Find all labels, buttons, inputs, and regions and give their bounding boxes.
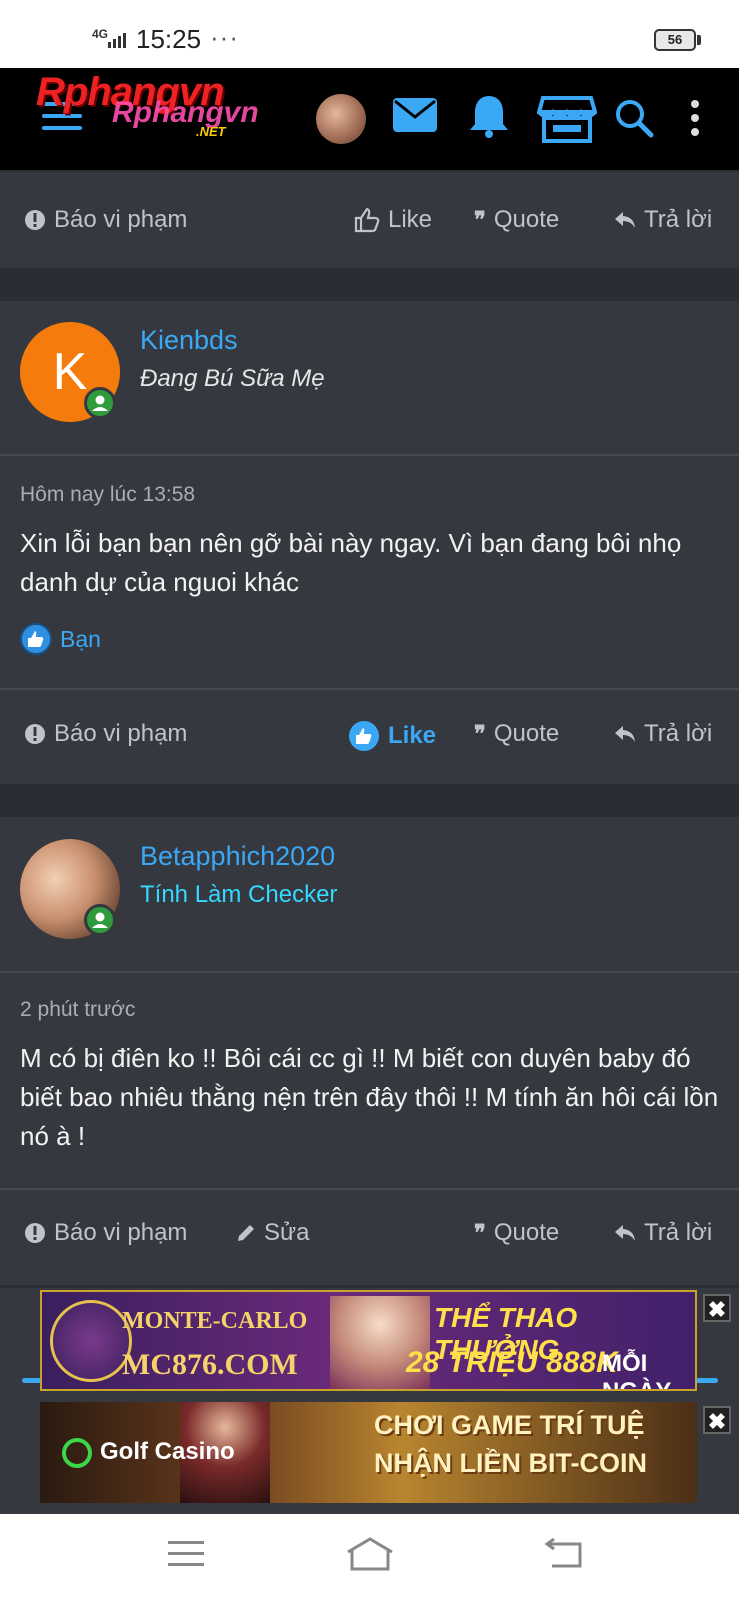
back-icon[interactable] bbox=[544, 1537, 584, 1575]
report-label: Báo vi phạm bbox=[54, 720, 188, 747]
post-time[interactable]: 2 phút trước bbox=[20, 998, 135, 1022]
like-button[interactable]: Like bbox=[354, 206, 432, 234]
ad-banner-golfcasino[interactable]: Golf Casino CHƠI GAME TRÍ TUỆ NHẬN LIỀN … bbox=[40, 1402, 697, 1503]
site-logo-shadow: Rphangvn bbox=[112, 96, 259, 129]
reply-label: Trả lời bbox=[644, 1219, 713, 1246]
alert-icon bbox=[25, 1223, 45, 1243]
status-bar: 4G 15:25 ··· 56 bbox=[0, 0, 739, 68]
site-header: Rphangvn Rphangvn .NET bbox=[0, 68, 739, 170]
quote-icon: ❞ bbox=[474, 1220, 486, 1245]
site-logo-net: .NET bbox=[196, 124, 226, 139]
ad-line-1: CHƠI GAME TRÍ TUỆ bbox=[374, 1410, 645, 1440]
reply-icon bbox=[615, 726, 635, 742]
edit-label: Sửa bbox=[264, 1219, 310, 1246]
report-button[interactable]: Báo vi phạm bbox=[24, 1219, 187, 1247]
store-icon[interactable] bbox=[537, 94, 597, 144]
reply-button[interactable]: Trả lời bbox=[614, 720, 712, 748]
username[interactable]: Kienbds bbox=[140, 325, 238, 356]
reply-icon bbox=[615, 1225, 635, 1241]
casino-emblem-icon bbox=[50, 1300, 132, 1382]
thumbs-up-icon bbox=[354, 207, 380, 233]
quote-icon: ❞ bbox=[474, 721, 486, 746]
like-label: Like bbox=[388, 206, 433, 233]
user-title: Đang Bú Sữa Mẹ bbox=[140, 365, 325, 392]
battery-nub bbox=[697, 35, 701, 45]
like-label: Like bbox=[388, 722, 437, 749]
signal-icon bbox=[108, 33, 126, 48]
ad-site: MC876.COM bbox=[122, 1348, 298, 1381]
close-ad-icon[interactable]: ✖ bbox=[703, 1294, 731, 1322]
ad-line-2: NHẬN LIỀN BIT-COIN bbox=[374, 1448, 647, 1478]
divider bbox=[0, 1188, 739, 1190]
report-button[interactable]: Báo vi phạm bbox=[24, 206, 187, 234]
reply-button[interactable]: Trả lời bbox=[614, 206, 712, 234]
more-notifications-icon: ··· bbox=[210, 22, 239, 52]
quote-button[interactable]: ❞ Quote bbox=[474, 1219, 559, 1247]
reply-button[interactable]: Trả lời bbox=[614, 1219, 712, 1247]
home-icon[interactable] bbox=[346, 1536, 394, 1577]
quote-button[interactable]: ❞ Quote bbox=[474, 720, 559, 748]
like-button-active[interactable]: Like bbox=[348, 720, 436, 752]
quote-label: Quote bbox=[493, 206, 560, 233]
recent-apps-icon[interactable] bbox=[168, 1540, 204, 1573]
reply-icon bbox=[615, 212, 635, 228]
prev-post-action-bar: Báo vi phạm Like ❞ Quote Trả lời bbox=[0, 172, 739, 268]
report-label: Báo vi phạm bbox=[54, 1219, 188, 1246]
reaction-summary[interactable]: Bạn bbox=[20, 623, 101, 655]
system-navigation-bar bbox=[0, 1514, 739, 1600]
reply-label: Trả lời bbox=[644, 206, 713, 233]
alert-icon bbox=[25, 210, 45, 230]
online-status-icon bbox=[84, 387, 116, 419]
quote-label: Quote bbox=[493, 1219, 560, 1246]
report-label: Báo vi phạm bbox=[54, 206, 188, 233]
post-kienbds: K Kienbds Đang Bú Sữa Mẹ Hôm nay lúc 13:… bbox=[0, 301, 739, 784]
search-icon[interactable] bbox=[614, 98, 654, 138]
network-type: 4G bbox=[92, 27, 109, 41]
golf-casino-logo-icon bbox=[62, 1438, 92, 1468]
ad-line-3: MỖI NGÀY bbox=[602, 1350, 671, 1389]
divider bbox=[0, 688, 739, 690]
clock: 15:25 bbox=[136, 24, 202, 54]
quote-label: Quote bbox=[493, 720, 560, 747]
battery-icon: 56 bbox=[654, 29, 696, 51]
reaction-user: Bạn bbox=[60, 625, 101, 652]
post-betapphich2020: Betapphich2020 Tính Làm Checker 2 phút t… bbox=[0, 817, 739, 1285]
divider bbox=[0, 454, 739, 456]
notification-bell-icon[interactable] bbox=[468, 94, 510, 138]
reply-label: Trả lời bbox=[644, 720, 713, 747]
user-title: Tính Làm Checker bbox=[140, 881, 338, 908]
post-time[interactable]: Hôm nay lúc 13:58 bbox=[20, 483, 195, 507]
more-options-icon[interactable] bbox=[690, 100, 700, 136]
online-status-icon bbox=[84, 904, 116, 936]
report-button[interactable]: Báo vi phạm bbox=[24, 720, 187, 748]
inbox-icon[interactable] bbox=[393, 98, 437, 132]
close-ad-icon[interactable]: ✖ bbox=[703, 1406, 731, 1434]
ad-banner-montecarlo[interactable]: MONTE-CARLO MC876.COM THỂ THAO THƯỞNG 28… bbox=[40, 1290, 697, 1391]
divider bbox=[0, 971, 739, 973]
edit-button[interactable]: Sửa bbox=[236, 1219, 309, 1247]
ad-brand: Golf Casino bbox=[100, 1438, 235, 1465]
like-reaction-icon bbox=[20, 623, 52, 655]
alert-icon bbox=[25, 724, 45, 744]
quote-button[interactable]: ❞ Quote bbox=[474, 206, 559, 234]
ad-line-2: 28 TRIỆU 888K bbox=[406, 1346, 618, 1379]
quote-icon: ❞ bbox=[474, 207, 486, 232]
thumbs-up-filled-icon bbox=[349, 721, 379, 751]
user-avatar[interactable] bbox=[316, 94, 366, 144]
post-body: Xin lỗi bạn bạn nên gỡ bài này ngay. Vì … bbox=[20, 528, 682, 597]
username[interactable]: Betapphich2020 bbox=[140, 841, 335, 872]
ad-brand: MONTE-CARLO bbox=[122, 1308, 308, 1334]
pencil-icon bbox=[238, 1225, 254, 1241]
post-body: M có bị điên ko !! Bôi cái cc gì !! M bi… bbox=[20, 1043, 719, 1151]
